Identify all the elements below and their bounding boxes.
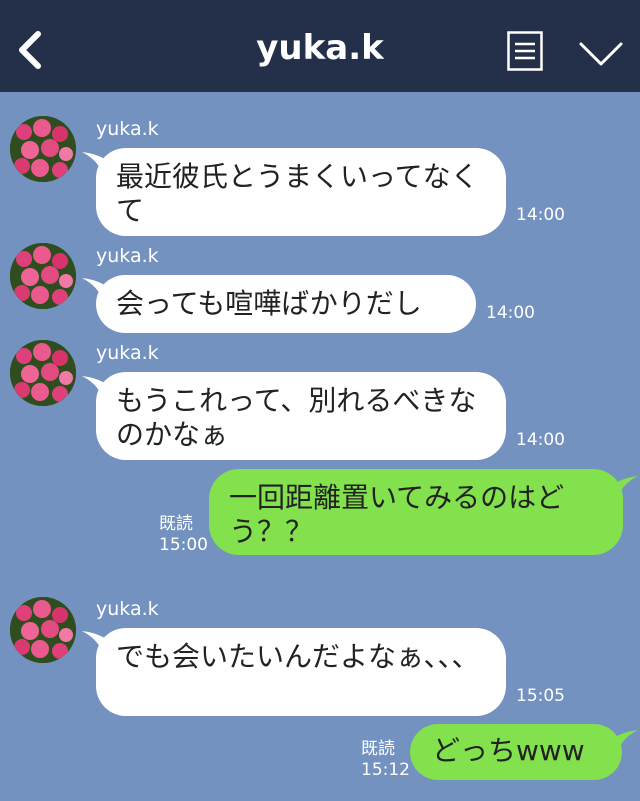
sender-name: yuka.k xyxy=(96,342,159,364)
rose-avatar-icon xyxy=(10,340,76,406)
read-receipt: 既読 xyxy=(159,514,193,534)
message-bubble[interactable]: もうこれって、別れるべきなのかなぁ xyxy=(96,372,506,460)
avatar[interactable] xyxy=(10,597,76,663)
chat-area[interactable]: yuka.k 最近彼氏とうまくいってなくて 14:00 yuka.k 会っても喧… xyxy=(0,92,640,801)
message-time: 15:00 xyxy=(159,535,208,555)
message-time: 14:00 xyxy=(516,205,565,225)
message-time: 14:00 xyxy=(516,430,565,450)
bubble-tail xyxy=(608,730,638,754)
message-time: 14:00 xyxy=(486,303,535,323)
chat-header: yuka.k xyxy=(0,0,640,92)
message-bubble[interactable]: 一回距離置いてみるのはどう？？ xyxy=(209,469,623,555)
rose-avatar-icon xyxy=(10,116,76,182)
avatar[interactable] xyxy=(10,116,76,182)
bubble-tail xyxy=(608,476,638,500)
sender-name: yuka.k xyxy=(96,118,159,140)
chevron-down-icon[interactable] xyxy=(578,40,624,68)
rose-avatar-icon xyxy=(10,597,76,663)
message-time: 15:05 xyxy=(516,686,565,706)
chat-title: yuka.k xyxy=(256,28,384,68)
message-bubble[interactable]: 最近彼氏とうまくいってなくて xyxy=(96,148,506,236)
notes-icon[interactable] xyxy=(507,31,543,71)
message-time: 15:12 xyxy=(361,760,410,780)
rose-avatar-icon xyxy=(10,243,76,309)
sender-name: yuka.k xyxy=(96,598,159,620)
avatar[interactable] xyxy=(10,340,76,406)
sender-name: yuka.k xyxy=(96,245,159,267)
avatar[interactable] xyxy=(10,243,76,309)
message-bubble[interactable]: 会っても喧嘩ばかりだし xyxy=(96,275,476,333)
message-bubble[interactable]: どっちwww xyxy=(410,724,622,780)
read-receipt: 既読 xyxy=(361,739,395,759)
message-bubble[interactable]: でも会いたいんだよなぁ、、、 xyxy=(96,628,506,716)
